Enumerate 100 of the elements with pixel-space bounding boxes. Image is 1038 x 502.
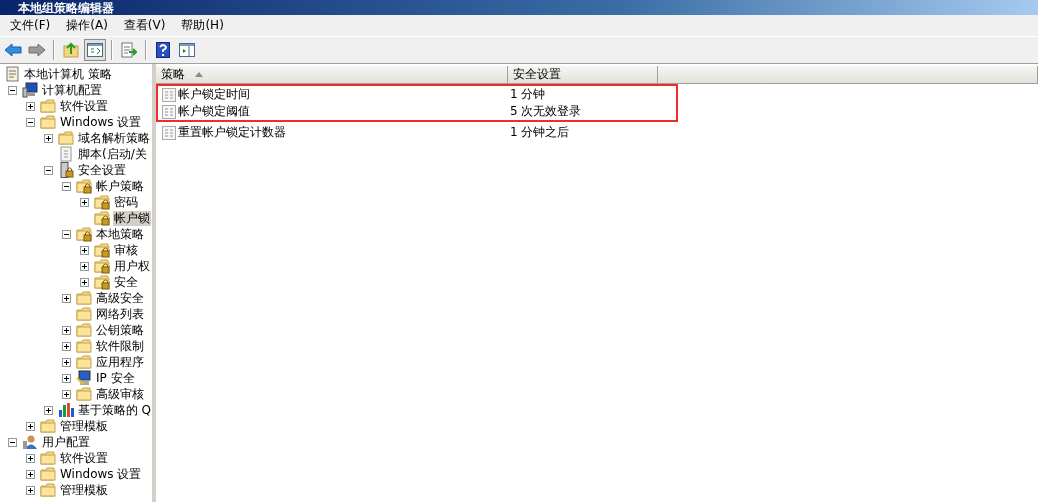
menu-item[interactable]: 帮助(H) bbox=[173, 15, 232, 36]
policy-setting-icon bbox=[162, 104, 176, 119]
folder-icon bbox=[76, 306, 92, 322]
tree-item[interactable]: 高级安全 bbox=[95, 290, 145, 306]
collapse-toggle[interactable] bbox=[26, 117, 35, 127]
expand-toggle[interactable] bbox=[62, 357, 71, 367]
script-icon bbox=[58, 146, 74, 162]
expand-toggle[interactable] bbox=[26, 469, 35, 479]
tree-item[interactable]: 本地计算机 策略 bbox=[23, 66, 113, 82]
tree-item[interactable]: 高级审核 bbox=[95, 386, 145, 402]
security-setting: 1 分钟 bbox=[510, 86, 546, 103]
menu-item[interactable]: 查看(V) bbox=[115, 15, 174, 36]
folder-icon bbox=[40, 482, 56, 498]
expand-toggle[interactable] bbox=[62, 325, 71, 335]
expand-toggle[interactable] bbox=[26, 485, 35, 495]
tree-item[interactable]: 用户配置 bbox=[41, 434, 91, 450]
column-header[interactable]: 安全设置 bbox=[508, 66, 658, 83]
tree-item[interactable]: 密码 bbox=[113, 194, 139, 210]
tree-item[interactable]: 域名解析策略 bbox=[77, 130, 151, 146]
expand-toggle[interactable] bbox=[80, 261, 89, 271]
security-setting: 1 分钟之后 bbox=[510, 124, 570, 141]
tree-item[interactable]: 管理模板 bbox=[59, 482, 109, 498]
tree-item[interactable]: 应用程序 bbox=[95, 354, 145, 370]
tree-item[interactable]: 软件设置 bbox=[59, 450, 109, 466]
folder-icon bbox=[40, 450, 56, 466]
locked-folder-icon bbox=[94, 210, 110, 226]
collapse-toggle[interactable] bbox=[44, 165, 53, 175]
tree-item[interactable]: 网络列表 bbox=[95, 306, 145, 322]
bar-chart-icon bbox=[58, 402, 74, 418]
tree-item[interactable]: 软件设置 bbox=[59, 98, 109, 114]
expand-toggle[interactable] bbox=[26, 453, 35, 463]
expand-toggle[interactable] bbox=[26, 421, 35, 431]
collapse-toggle[interactable] bbox=[62, 229, 71, 239]
folder-up-icon bbox=[63, 42, 79, 58]
expand-toggle[interactable] bbox=[62, 373, 71, 383]
folder-icon bbox=[76, 290, 92, 306]
locked-folder-icon bbox=[76, 178, 92, 194]
tree-item[interactable]: 软件限制 bbox=[95, 338, 145, 354]
locked-folder-icon bbox=[94, 194, 110, 210]
folder-icon bbox=[40, 114, 56, 130]
tree-item[interactable]: 安全设置 bbox=[77, 162, 127, 178]
tree-item[interactable]: Windows 设置 bbox=[59, 466, 143, 482]
expand-toggle[interactable] bbox=[44, 405, 53, 415]
locked-folder-icon bbox=[94, 274, 110, 290]
tree-item[interactable]: 安全 bbox=[113, 274, 139, 290]
tree-item[interactable]: IP 安全 bbox=[95, 370, 136, 386]
toolbar-button[interactable] bbox=[84, 39, 106, 61]
tree-item[interactable]: 管理模板 bbox=[59, 418, 109, 434]
folder-icon bbox=[40, 98, 56, 114]
policy-setting-icon bbox=[162, 125, 176, 140]
expand-toggle[interactable] bbox=[26, 101, 35, 111]
tree-item[interactable]: 用户权 bbox=[113, 258, 151, 274]
folder-icon bbox=[40, 418, 56, 434]
expand-toggle[interactable] bbox=[62, 293, 71, 303]
computer-icon bbox=[22, 82, 38, 98]
expand-toggle[interactable] bbox=[62, 389, 71, 399]
collapse-toggle[interactable] bbox=[8, 85, 17, 95]
policy-name: 帐户锁定时间 bbox=[178, 86, 250, 103]
tree-item[interactable]: 计算机配置 bbox=[41, 82, 103, 98]
folder-icon bbox=[58, 130, 74, 146]
tree-item[interactable]: 帐户锁 bbox=[113, 210, 151, 226]
tree-item[interactable]: 脚本(启动/关 bbox=[77, 146, 148, 162]
tree-item[interactable]: 本地策略 bbox=[95, 226, 145, 242]
security-setting: 5 次无效登录 bbox=[510, 103, 582, 120]
expand-toggle[interactable] bbox=[62, 341, 71, 351]
locked-folder-icon bbox=[94, 242, 110, 258]
policy-name: 重置帐户锁定计数器 bbox=[178, 124, 286, 141]
expand-toggle[interactable] bbox=[80, 245, 89, 255]
folder-icon bbox=[76, 338, 92, 354]
tree-pane-icon bbox=[87, 43, 103, 57]
locked-folder-icon bbox=[76, 226, 92, 242]
column-header[interactable]: 策略 bbox=[156, 66, 508, 83]
folder-icon bbox=[76, 354, 92, 370]
expand-toggle[interactable] bbox=[80, 197, 89, 207]
folder-icon bbox=[40, 466, 56, 482]
back-arrow-icon bbox=[4, 43, 22, 57]
policy-setting-icon bbox=[162, 87, 176, 102]
expand-toggle[interactable] bbox=[44, 133, 53, 143]
policy-name: 帐户锁定阈值 bbox=[178, 103, 250, 120]
expand-toggle[interactable] bbox=[80, 277, 89, 287]
tree-item[interactable]: 公钥策略 bbox=[95, 322, 145, 338]
folder-icon bbox=[76, 386, 92, 402]
network-key-icon bbox=[76, 370, 92, 386]
policy-scroll-icon bbox=[4, 66, 20, 82]
folder-icon bbox=[76, 322, 92, 338]
collapse-toggle[interactable] bbox=[62, 181, 71, 191]
help-icon bbox=[156, 42, 170, 58]
tree-item[interactable]: 帐户策略 bbox=[95, 178, 145, 194]
forward-arrow-icon bbox=[28, 43, 46, 57]
locked-folder-icon bbox=[94, 258, 110, 274]
tree-item[interactable]: 审核 bbox=[113, 242, 139, 258]
action-pane-icon bbox=[179, 43, 195, 57]
collapse-toggle[interactable] bbox=[8, 437, 17, 447]
menu-item[interactable]: 操作(A) bbox=[58, 15, 116, 36]
menu-item[interactable]: 文件(F) bbox=[2, 15, 59, 36]
tree-item[interactable]: Windows 设置 bbox=[59, 114, 143, 130]
user-icon bbox=[22, 434, 38, 450]
export-list-icon bbox=[121, 42, 137, 58]
tree-item[interactable]: 基于策略的 Q bbox=[76, 402, 152, 418]
server-lock-icon bbox=[58, 162, 74, 178]
